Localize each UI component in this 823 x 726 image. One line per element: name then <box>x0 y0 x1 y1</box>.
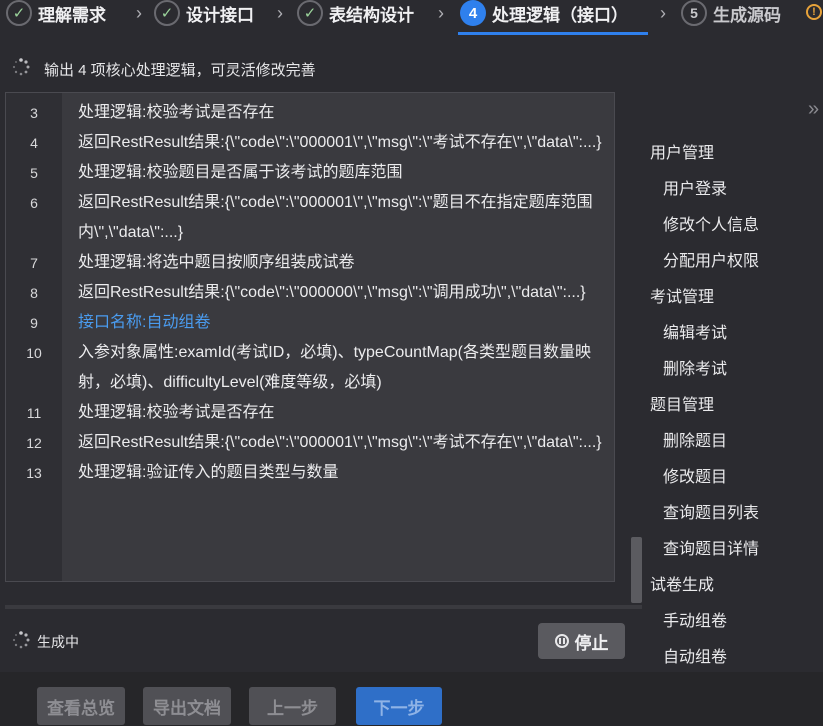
line-text: 处理逻辑:校验考试是否存在 <box>78 404 275 421</box>
line-text: 返回RestResult结果:{\"code\":\"000001\",\"ms… <box>78 134 602 151</box>
generating-label: 生成中 <box>37 634 79 650</box>
step-label: 处理逻辑（接口） <box>492 5 628 25</box>
step-design-interface[interactable]: ✓ 设计接口 <box>154 0 254 26</box>
line-text: 处理逻辑:校验考试是否存在 <box>78 104 275 121</box>
line-number: 9 <box>30 315 38 331</box>
line-text: 处理逻辑:校验题目是否属于该考试的题库范围 <box>78 164 403 181</box>
nav-group[interactable]: 考试管理 <box>650 284 823 320</box>
line-text: 处理逻辑:将选中题目按顺序组装成试卷 <box>78 254 355 271</box>
step-generate-source[interactable]: 5 生成源码 <box>681 0 781 26</box>
line-text: 返回RestResult结果:{\"code\":\"000001\",\"ms… <box>78 434 602 451</box>
step-label: 生成源码 <box>713 5 781 25</box>
line-text: 入参对象属性:examId(考试ID，必填)、typeCountMap(各类型题… <box>78 344 591 391</box>
view-overview-button[interactable]: 查看总览 <box>37 687 125 725</box>
line-number: 4 <box>30 135 38 151</box>
stop-button[interactable]: 停止 <box>538 623 625 659</box>
code-line[interactable]: 13 处理逻辑:验证传入的题目类型与数量 <box>6 458 614 488</box>
line-text: 处理逻辑:验证传入的题目类型与数量 <box>78 464 339 481</box>
line-number: 12 <box>26 435 42 451</box>
pause-icon <box>554 634 569 648</box>
step-number: 5 <box>681 0 707 26</box>
vertical-scrollbar[interactable] <box>631 537 642 603</box>
line-number: 5 <box>30 165 38 181</box>
step-table-design[interactable]: ✓ 表结构设计 <box>297 0 414 26</box>
nav-item[interactable]: 手动组卷 <box>650 608 823 644</box>
code-line[interactable]: 10 入参对象属性:examId(考试ID，必填)、typeCountMap(各类… <box>6 338 614 398</box>
nav-item[interactable]: 修改题目 <box>650 464 823 500</box>
line-text: 返回RestResult结果:{\"code\":\"000000\",\"ms… <box>78 284 586 301</box>
line-text: 接口名称:自动组卷 <box>78 314 211 331</box>
code-line[interactable]: 9 接口名称:自动组卷 <box>6 308 614 338</box>
nav-group[interactable]: 用户管理 <box>650 140 823 176</box>
panel-divider <box>5 605 642 609</box>
nav-group[interactable]: 试卷生成 <box>650 572 823 608</box>
code-line[interactable]: 3 处理逻辑:校验考试是否存在 <box>6 98 614 128</box>
stop-label: 停止 <box>574 633 609 653</box>
previous-step-button[interactable]: 上一步 <box>249 687 336 725</box>
line-number: 3 <box>30 105 38 121</box>
warning-icon[interactable]: ! <box>806 4 822 20</box>
code-line[interactable]: 11 处理逻辑:校验考试是否存在 <box>6 398 614 428</box>
line-number: 10 <box>26 345 42 361</box>
active-step-underline <box>458 32 648 35</box>
code-line[interactable]: 12 返回RestResult结果:{\"code\":\"000001\",\"… <box>6 428 614 458</box>
nav-group[interactable]: 题目管理 <box>650 392 823 428</box>
nav-item[interactable]: 编辑考试 <box>650 320 823 356</box>
code-line[interactable]: 5 处理逻辑:校验题目是否属于该考试的题库范围 <box>6 158 614 188</box>
step-processing-logic[interactable]: 4 处理逻辑（接口） <box>460 0 628 26</box>
line-number: 11 <box>26 405 42 421</box>
step-label: 理解需求 <box>38 5 106 25</box>
line-number: 6 <box>30 195 38 211</box>
loading-spinner-icon <box>12 631 30 649</box>
check-icon: ✓ <box>297 0 323 26</box>
stepper: ✓ 理解需求 › ✓ 设计接口 › ✓ 表结构设计 › 4 处理逻辑（接口） ›… <box>0 0 823 36</box>
nav-item[interactable]: 用户登录 <box>650 176 823 212</box>
nav-item[interactable]: 删除题目 <box>650 428 823 464</box>
code-line[interactable]: 8 返回RestResult结果:{\"code\":\"000000\",\"m… <box>6 278 614 308</box>
line-number: 7 <box>30 255 38 271</box>
step-number: 4 <box>460 0 486 26</box>
chevron-right-icon: › <box>136 3 142 23</box>
logic-editor[interactable]: 3 处理逻辑:校验考试是否存在 4 返回RestResult结果:{\"code\":… <box>5 92 615 582</box>
step-understand-requirements[interactable]: ✓ 理解需求 <box>6 0 106 26</box>
chevron-right-icon: › <box>277 3 283 23</box>
code-lines: 3 处理逻辑:校验考试是否存在 4 返回RestResult结果:{\"code\":… <box>6 98 614 488</box>
loading-spinner-icon <box>12 58 30 76</box>
line-number: 13 <box>26 465 42 481</box>
step-label: 设计接口 <box>186 5 254 25</box>
line-number: 8 <box>30 285 38 301</box>
nav-item[interactable]: 修改个人信息 <box>650 212 823 248</box>
chevron-right-icon: › <box>660 3 666 23</box>
step-label: 表结构设计 <box>329 5 414 25</box>
nav-item[interactable]: 查询题目详情 <box>650 536 823 572</box>
export-document-button[interactable]: 导出文档 <box>143 687 231 725</box>
code-line[interactable]: 7 处理逻辑:将选中题目按顺序组装成试卷 <box>6 248 614 278</box>
check-icon: ✓ <box>6 0 32 26</box>
collapse-icon[interactable]: » <box>808 98 819 121</box>
nav-item[interactable]: 删除考试 <box>650 356 823 392</box>
subtitle: 输出 4 项核心处理逻辑，可灵活修改完善 <box>44 62 316 79</box>
next-step-button[interactable]: 下一步 <box>356 687 442 725</box>
nav-item[interactable]: 查询题目列表 <box>650 500 823 536</box>
nav-item[interactable]: 分配用户权限 <box>650 248 823 284</box>
code-line[interactable]: 6 返回RestResult结果:{\"code\":\"000001\",\"m… <box>6 188 614 248</box>
check-icon: ✓ <box>154 0 180 26</box>
interface-nav: 用户管理 用户登录 修改个人信息 分配用户权限 考试管理 编辑考试 删除考试 题目管理 删除题目… <box>650 140 823 680</box>
chevron-right-icon: › <box>438 3 444 23</box>
code-line[interactable]: 4 返回RestResult结果:{\"code\":\"000001\",\"m… <box>6 128 614 158</box>
line-text: 返回RestResult结果:{\"code\":\"000001\",\"ms… <box>78 194 593 241</box>
